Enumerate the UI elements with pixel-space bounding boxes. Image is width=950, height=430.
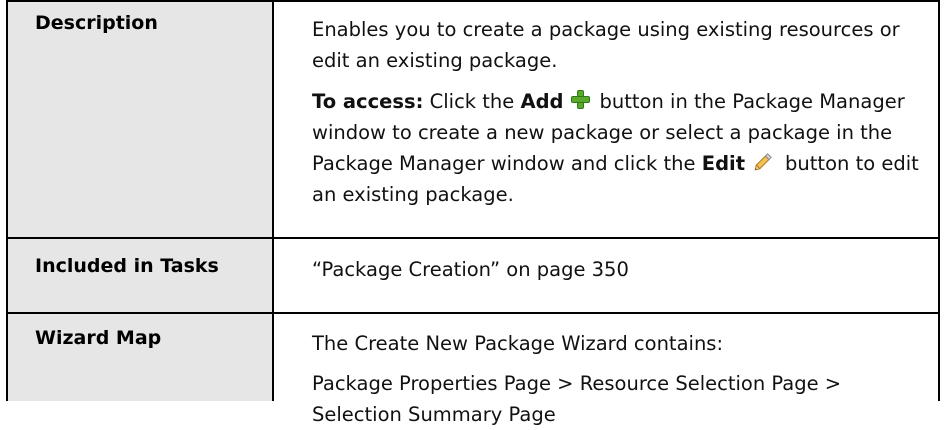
access-label: To access: [312,90,424,113]
wizard-label: Wizard Map [35,327,162,349]
access-paragraph: To access: Click the Add button in the Pa… [312,86,932,210]
border-left [6,0,8,401]
included-label: Included in Tasks [35,255,219,277]
info-table: Description Enables you to create a pack… [0,0,950,426]
description-row: Description Enables you to create a pack… [0,0,950,238]
edit-label: Edit [701,152,746,175]
wizard-header-cell: Wizard Map [7,313,273,401]
border-middle [272,0,274,401]
wizard-text-2: Package Properties Page > Resource Selec… [312,372,842,426]
add-label: Add [520,90,564,113]
description-header-cell: Description [7,0,273,238]
included-row: Included in Tasks “Package Creation” on … [0,238,950,313]
border-row-1 [7,237,939,239]
border-row-2 [7,312,939,314]
wizard-content-cell: The Create New Package Wizard contains: … [273,313,950,426]
wizard-text-1: The Create New Package Wizard contains: [312,332,724,355]
wizard-row: Wizard Map The Create New Package Wizard… [0,313,950,426]
border-top [7,0,939,2]
pencil-icon [754,153,772,171]
description-content-cell: Enables you to create a package using ex… [273,0,950,238]
border-right [938,0,940,401]
description-label: Description [35,12,158,34]
description-text: Enables you to create a package using ex… [312,18,900,72]
included-link[interactable]: “Package Creation” on page 350 [312,254,932,285]
included-content-cell: “Package Creation” on page 350 [273,238,950,313]
plus-icon [570,89,590,109]
included-header-cell: Included in Tasks [7,238,273,313]
access-text-1: Click the [429,90,515,113]
